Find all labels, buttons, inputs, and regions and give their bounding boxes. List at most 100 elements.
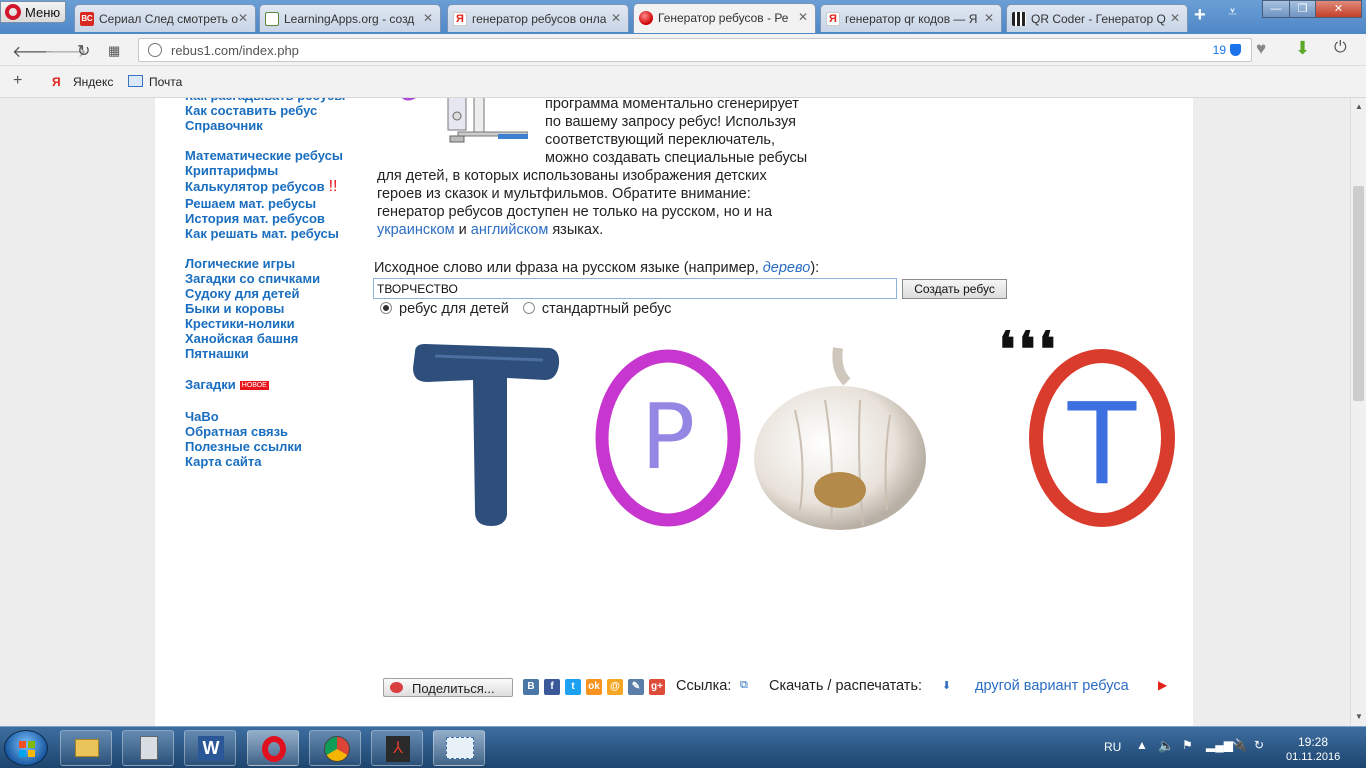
tab-1[interactable]: LearningApps.org - созд ✕ — [259, 4, 441, 32]
bookmark-mail[interactable]: Почта — [149, 75, 182, 89]
download-icon[interactable]: ⬇ — [1295, 38, 1310, 59]
adblock-badge[interactable]: 19 — [1213, 43, 1241, 57]
tab-close-icon[interactable]: ✕ — [423, 11, 433, 25]
tab-menu-chevron-icon[interactable]: ⩡ — [1228, 4, 1237, 22]
qr-favicon-icon — [1012, 12, 1026, 26]
play-arrow-icon[interactable]: ▶ — [1158, 678, 1167, 692]
share-button[interactable]: Поделиться... — [383, 678, 513, 697]
reload-icon[interactable]: ↻ — [77, 41, 90, 61]
scroll-down-arrow-icon[interactable]: ▼ — [1355, 712, 1363, 721]
radio-kids[interactable] — [380, 302, 392, 314]
new-tab-button[interactable]: + — [1194, 4, 1206, 27]
sidebar-link[interactable]: Калькулятор ребусов — [185, 179, 325, 194]
sync-icon[interactable]: ↻ — [1254, 738, 1264, 752]
taskbar-calculator[interactable] — [122, 730, 174, 766]
create-rebus-button[interactable]: Создать ребус — [902, 279, 1007, 299]
opera-menu-button[interactable]: Меню — [0, 1, 66, 23]
english-link[interactable]: английском — [471, 222, 549, 238]
ukrainian-link[interactable]: украинском — [377, 222, 455, 238]
tab-close-icon[interactable]: ✕ — [984, 11, 994, 25]
maximize-button[interactable]: ❐ — [1289, 0, 1316, 18]
tab-4[interactable]: Я генератор qr кодов — Я ✕ — [820, 4, 1002, 32]
hot-marker: !! — [328, 178, 338, 195]
sidebar-link[interactable]: Справочник — [185, 118, 365, 133]
clock-date[interactable]: 01.11.2016 — [1286, 751, 1340, 763]
url-field[interactable]: rebus1.com/index.php 19 — [138, 38, 1252, 62]
language-indicator[interactable]: RU — [1104, 740, 1121, 754]
google-plus-share-icon[interactable]: g+ — [649, 679, 665, 695]
clock-time[interactable]: 19:28 — [1298, 735, 1328, 749]
taskbar-acrobat[interactable]: ⅄ — [371, 730, 423, 766]
facebook-share-icon[interactable]: f — [544, 679, 560, 695]
sidebar-link[interactable]: Пятнашки — [185, 346, 365, 361]
tab-3-active[interactable]: Генератор ребусов - Ре ✕ — [633, 3, 816, 33]
tab-2[interactable]: Я генератор ребусов онла ✕ — [447, 4, 629, 32]
sidebar-link[interactable]: Загадки — [185, 377, 236, 392]
taskbar-opera[interactable] — [247, 730, 299, 766]
vk-share-icon[interactable]: В — [523, 679, 539, 695]
sidebar-link[interactable]: ЧаВо — [185, 409, 365, 424]
sidebar-link[interactable]: Крестики-нолики — [185, 316, 365, 331]
add-bookmark-icon[interactable]: + — [13, 72, 22, 90]
tab-0[interactable]: ВС Сериал След смотреть о ✕ — [74, 4, 256, 32]
sidebar-link[interactable]: Карта сайта — [185, 454, 365, 469]
site-info-icon[interactable] — [148, 43, 162, 57]
sidebar-link[interactable]: Быки и коровы — [185, 301, 365, 316]
radio-standard[interactable] — [522, 302, 535, 314]
sidebar-link[interactable]: Судоку для детей — [185, 286, 365, 301]
example-word-link[interactable]: дерево — [763, 260, 811, 276]
calculator-icon — [140, 736, 158, 760]
scroll-thumb[interactable] — [1353, 186, 1364, 401]
link-copy-icon[interactable]: ⧉ — [740, 679, 748, 692]
taskbar-explorer[interactable] — [60, 730, 112, 766]
odnoklassniki-share-icon[interactable]: ok — [586, 679, 602, 695]
download-arrow-icon[interactable]: ⬇ — [942, 679, 951, 692]
menu-label: Меню — [25, 5, 61, 20]
tab-title: LearningApps.org - созд — [284, 12, 415, 26]
article-line-languages: украинском и английском языках. — [377, 221, 847, 239]
taskbar-snipping-tool[interactable] — [433, 730, 485, 766]
sidebar-link[interactable]: Полезные ссылки — [185, 439, 365, 454]
sidebar-link[interactable]: История мат. ребусов — [185, 211, 365, 226]
taskbar-word[interactable]: W — [184, 730, 236, 766]
sidebar-link[interactable]: Решаем мат. ребусы — [185, 196, 365, 211]
close-window-button[interactable]: ✕ — [1315, 0, 1362, 18]
livejournal-share-icon[interactable]: ✎ — [628, 679, 644, 695]
sidebar-link[interactable]: Как составить ребус — [185, 103, 365, 118]
action-center-flag-icon[interactable]: ⚑ — [1182, 738, 1193, 752]
power-icon[interactable]: 🔌 — [1232, 738, 1247, 752]
minimize-button[interactable]: — — [1262, 0, 1290, 18]
tab-close-icon[interactable]: ✕ — [798, 10, 808, 24]
radio-kids-label[interactable]: ребус для детей — [399, 301, 509, 317]
sidebar-link[interactable]: Обратная связь — [185, 424, 365, 439]
page-viewport: Как разгадывать ребусыКак составить ребу… — [0, 98, 1350, 726]
volume-icon[interactable]: 🔈 — [1158, 738, 1174, 754]
twitter-share-icon[interactable]: t — [565, 679, 581, 695]
bookmark-yandex[interactable]: Яндекс — [73, 75, 113, 89]
tab-close-icon[interactable]: ✕ — [1170, 11, 1180, 25]
start-button[interactable] — [4, 730, 48, 766]
easy-setup-icon[interactable]: ⏻ — [1334, 39, 1347, 57]
sidebar-link[interactable]: Математические ребусы — [185, 148, 365, 163]
sidebar-link[interactable]: Ханойская башня — [185, 331, 365, 346]
phrase-input[interactable] — [373, 278, 897, 299]
sidebar-link[interactable]: Логические игры — [185, 256, 365, 271]
mail-share-icon[interactable]: @ — [607, 679, 623, 695]
speed-dial-grid-icon[interactable]: ▦ — [108, 43, 120, 59]
network-signal-icon[interactable]: ▂▄▆ — [1206, 738, 1233, 752]
tab-title: генератор qr кодов — Я — [845, 12, 978, 26]
sidebar-link[interactable]: Загадки со спичками — [185, 271, 365, 286]
tab-5[interactable]: QR Coder - Генератор Q ✕ — [1006, 4, 1188, 32]
windows-taskbar: W ⅄ RU ▲ 🔈 ⚑ ▂▄▆ 🔌 ↻ 19:28 01.11.2016 — [0, 726, 1366, 768]
sidebar-link[interactable]: Как решать мат. ребусы — [185, 226, 365, 241]
other-variant-link[interactable]: другой вариант ребуса — [975, 678, 1129, 694]
show-hidden-icons-icon[interactable]: ▲ — [1136, 738, 1148, 752]
tab-close-icon[interactable]: ✕ — [238, 11, 248, 25]
tab-close-icon[interactable]: ✕ — [611, 11, 621, 25]
heart-bookmark-icon[interactable]: ♥ — [1256, 39, 1266, 59]
sidebar-link[interactable]: Криптарифмы — [185, 163, 365, 178]
vertical-scrollbar[interactable]: ▲ ▼ — [1350, 98, 1366, 726]
radio-standard-label[interactable]: стандартный ребус — [542, 301, 672, 317]
taskbar-chrome[interactable] — [309, 730, 361, 766]
scroll-up-arrow-icon[interactable]: ▲ — [1355, 102, 1363, 111]
